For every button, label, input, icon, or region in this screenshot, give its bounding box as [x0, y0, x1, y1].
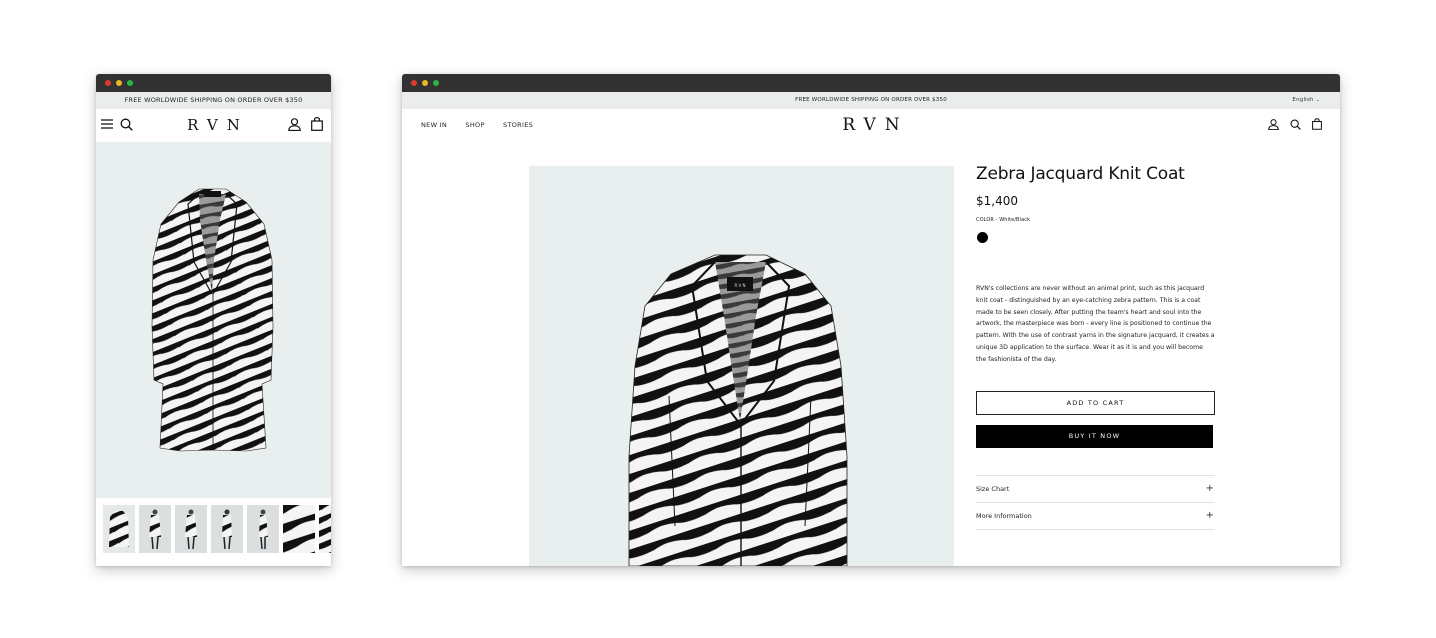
product-accordion: Size Chart + More Information +	[976, 474, 1215, 530]
announcement-bar: FREE WORLDWIDE SHIPPING ON ORDER OVER $3…	[402, 92, 1340, 109]
thumbnail[interactable]	[319, 505, 331, 553]
product-price: $1,400	[976, 194, 1018, 208]
maximize-window-button[interactable]	[127, 80, 133, 86]
product-image[interactable]: R V N	[529, 166, 954, 566]
buy-it-now-button[interactable]: BUY IT NOW	[976, 424, 1213, 448]
desktop-header: NEW IN SHOP STORIES RVN	[402, 109, 1340, 144]
thumbnail[interactable]	[211, 505, 243, 553]
thumbnail-strip	[96, 498, 331, 566]
accordion-more-information[interactable]: More Information +	[976, 503, 1215, 530]
add-to-cart-button[interactable]: ADD TO CART	[976, 390, 1215, 415]
bag-icon[interactable]	[311, 117, 323, 131]
accordion-size-chart[interactable]: Size Chart +	[976, 476, 1215, 503]
minimize-window-button[interactable]	[116, 80, 122, 86]
color-label: COLOR - White/Black	[976, 217, 1031, 223]
minimize-window-button[interactable]	[422, 80, 428, 86]
coat-illustration	[151, 188, 274, 452]
thumbnail[interactable]	[139, 505, 171, 553]
window-titlebar	[402, 74, 1340, 92]
thumbnail[interactable]	[175, 505, 207, 553]
thumbnail[interactable]	[283, 505, 315, 553]
plus-icon: +	[1205, 509, 1214, 521]
language-label: English	[1292, 97, 1314, 103]
mobile-browser-window: FREE WORLDWIDE SHIPPING ON ORDER OVER $3…	[96, 74, 331, 566]
close-window-button[interactable]	[411, 80, 417, 86]
mobile-header: RVN	[96, 109, 331, 142]
svg-text:R V N: R V N	[734, 283, 745, 288]
accordion-label: More Information	[976, 511, 1032, 520]
color-swatch-black[interactable]	[977, 232, 988, 243]
product-info: Zebra Jacquard Knit Coat $1,400 COLOR - …	[976, 164, 1215, 530]
account-icon[interactable]	[1268, 119, 1279, 130]
thumbnail[interactable]	[247, 505, 279, 553]
announcement-text: FREE WORLDWIDE SHIPPING ON ORDER OVER $3…	[795, 97, 947, 103]
product-image[interactable]	[96, 142, 331, 498]
close-window-button[interactable]	[105, 80, 111, 86]
thumbnail[interactable]	[103, 505, 135, 553]
desktop-browser-window: FREE WORLDWIDE SHIPPING ON ORDER OVER $3…	[402, 74, 1340, 566]
site-logo[interactable]: RVN	[402, 115, 1340, 135]
announcement-bar: FREE WORLDWIDE SHIPPING ON ORDER OVER $3…	[96, 92, 331, 109]
product-description: RVN's collections are never without an a…	[976, 285, 1215, 363]
window-titlebar	[96, 74, 331, 92]
product-title: Zebra Jacquard Knit Coat	[976, 164, 1185, 184]
accordion-label: Size Chart	[976, 484, 1010, 493]
maximize-window-button[interactable]	[433, 80, 439, 86]
account-icon[interactable]	[288, 118, 301, 131]
language-selector[interactable]: English ⌄	[1292, 92, 1320, 109]
coat-illustration: R V N	[628, 254, 848, 566]
bag-icon[interactable]	[1312, 118, 1322, 130]
plus-icon: +	[1205, 482, 1214, 494]
chevron-down-icon: ⌄	[1315, 97, 1320, 103]
search-icon[interactable]	[1290, 119, 1301, 130]
